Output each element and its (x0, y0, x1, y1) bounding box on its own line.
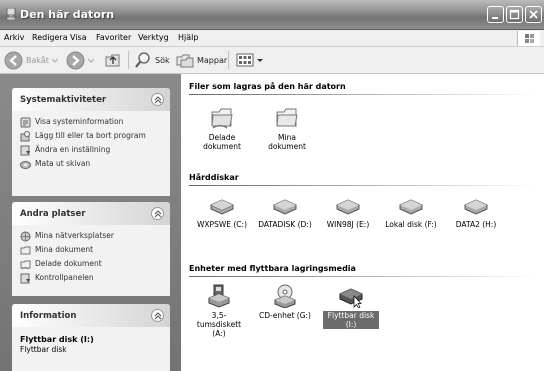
menu-edit[interactable]: Redigera (32, 33, 68, 42)
removable-disk-icon (339, 288, 363, 308)
search-button[interactable]: Sök (134, 50, 170, 70)
hard-disk-icon (273, 199, 297, 215)
toolbar-separator (228, 51, 229, 69)
drive-i-removable[interactable]: Flyttbar disk (I:) (323, 284, 379, 329)
chevron-down-icon (88, 58, 94, 63)
hard-disk-icon (336, 199, 360, 215)
menu-file[interactable]: Arkiv (4, 33, 24, 42)
place-network[interactable]: Mina nätverksplatser (20, 231, 162, 242)
double-chevron-up-icon (154, 96, 162, 104)
chevron-down-icon (51, 58, 58, 63)
search-icon (135, 52, 150, 68)
folder-up-icon (105, 54, 120, 67)
floppy-drive-icon (208, 284, 230, 308)
drive-c[interactable]: WXPSWE (C:) (194, 197, 250, 229)
place-control-panel[interactable]: Kontrollpanelen (20, 273, 162, 284)
group-divider (189, 276, 539, 277)
minimize-button[interactable] (487, 6, 504, 23)
network-places-icon (20, 231, 31, 242)
close-icon (529, 10, 538, 19)
system-info-icon (20, 117, 31, 128)
place-my-documents[interactable]: Mina dokument (20, 245, 162, 256)
up-folder-button[interactable] (104, 50, 122, 70)
information-panel: Information Flyttbar disk (I:) Flyttbar … (12, 304, 170, 371)
windows-logo (517, 31, 540, 46)
collapse-button[interactable] (151, 207, 164, 220)
folder-my-documents[interactable]: Mina dokument (259, 106, 315, 151)
toolbar: Bakåt Sök Mappar (0, 47, 544, 74)
add-remove-programs-icon (20, 131, 30, 142)
menu-favorites[interactable]: Favoriter (96, 33, 131, 42)
task-change-setting[interactable]: Ändra en inställning (20, 145, 162, 156)
group-title-removable: Enheter med flyttbara lagringsmedia (189, 264, 356, 273)
hard-disk-icon (210, 199, 234, 215)
chevron-down-icon (257, 58, 263, 62)
group-divider (189, 94, 539, 95)
double-chevron-up-icon (154, 210, 162, 218)
other-places-panel: Andra platser Mina nätverksplatser Mina … (12, 202, 170, 296)
window-title: Den här datorn (20, 8, 115, 21)
collapse-button[interactable] (151, 309, 164, 322)
control-panel-icon (20, 145, 30, 156)
content-area: Filer som lagras på den här datorn Delad… (181, 74, 544, 371)
place-shared-documents[interactable]: Delade dokument (20, 259, 162, 270)
hard-disk-icon (399, 199, 423, 215)
cd-drive-icon (274, 284, 296, 308)
task-view-system-info[interactable]: Visa systeminformation (20, 117, 162, 128)
toolbar-separator (128, 51, 129, 69)
collapse-button[interactable] (151, 93, 164, 106)
menu-bar: Arkiv Redigera Visa Favoriter Verktyg Hj… (0, 30, 544, 47)
forward-arrow-icon (66, 51, 85, 69)
hard-disk-icon (464, 199, 488, 215)
folders-button[interactable]: Mappar (176, 50, 227, 70)
group-title-hard-disks: Hårddiskar (189, 173, 239, 182)
info-type: Flyttbar disk (20, 345, 67, 354)
system-tasks-header[interactable]: Systemaktiviteter (12, 88, 170, 111)
task-eject-disk[interactable]: Mata ut skivan (20, 159, 162, 170)
folder-icon (20, 246, 31, 255)
system-tasks-panel: Systemaktiviteter Visa systeminformation… (12, 88, 170, 196)
back-button[interactable]: Bakåt (4, 50, 58, 70)
info-name: Flyttbar disk (I:) (20, 335, 94, 344)
title-bar: Den här datorn (0, 0, 544, 30)
forward-button[interactable] (66, 50, 94, 70)
control-panel-icon (20, 273, 30, 284)
back-arrow-icon (4, 51, 23, 69)
computer-icon (6, 8, 16, 20)
drive-e[interactable]: WIN98J (E:) (320, 197, 376, 229)
eject-disk-icon (20, 161, 31, 169)
maximize-button[interactable] (506, 6, 523, 23)
other-places-header[interactable]: Andra platser (12, 202, 170, 225)
views-button[interactable] (236, 50, 263, 70)
task-pane: Systemaktiviteter Visa systeminformation… (0, 74, 181, 371)
group-title-files: Filer som lagras på den här datorn (189, 82, 346, 91)
folders-icon (176, 54, 194, 68)
folder-shared-documents[interactable]: Delade dokument (194, 106, 250, 151)
close-button[interactable] (525, 6, 542, 23)
menu-tools[interactable]: Verktyg (138, 33, 169, 42)
group-divider (189, 185, 539, 186)
drive-a-floppy[interactable]: 3,5-tumsdiskett (A:) (191, 284, 247, 338)
drive-h[interactable]: DATA2 (H:) (448, 197, 504, 229)
double-chevron-up-icon (154, 312, 162, 320)
shared-folder-icon (211, 108, 233, 129)
views-grid-icon (236, 53, 254, 67)
information-header[interactable]: Information (12, 304, 170, 327)
task-add-remove-programs[interactable]: Lägg till eller ta bort program (20, 131, 162, 142)
drive-d[interactable]: DATADISK (D:) (257, 197, 313, 229)
menu-view[interactable]: Visa (70, 33, 87, 42)
drive-f[interactable]: Lokal disk (F:) (383, 197, 439, 229)
shared-folder-icon (20, 260, 31, 270)
minimize-icon (492, 17, 498, 19)
windows-flag-icon (525, 34, 534, 43)
folder-icon (276, 108, 298, 127)
menu-help[interactable]: Hjälp (178, 33, 198, 42)
drive-g-cd[interactable]: CD-enhet (G:) (257, 284, 313, 320)
maximize-icon (509, 9, 520, 20)
